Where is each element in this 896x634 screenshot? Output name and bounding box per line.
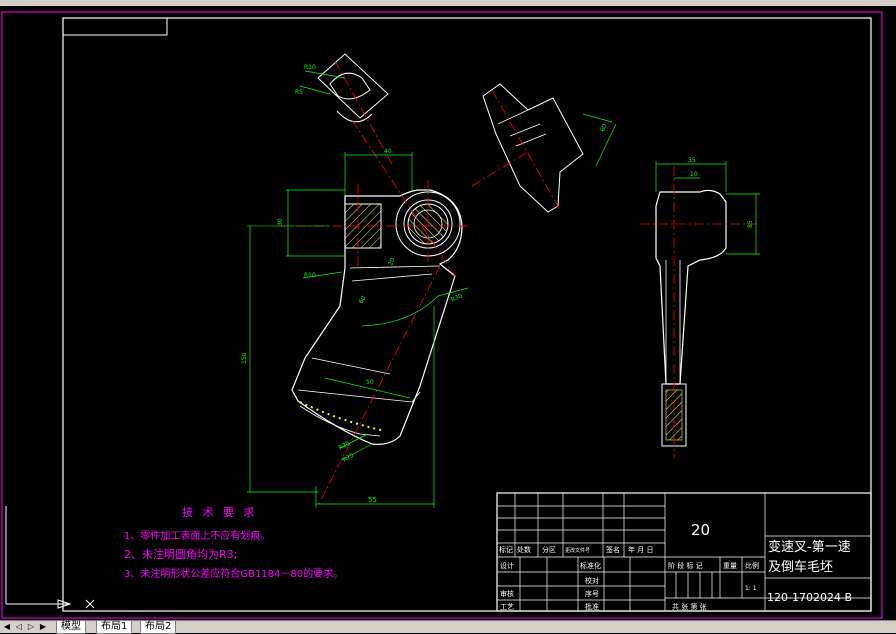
layout-tab-bar: ◀ ◁ ▷ ▶ 模型 布局1 布局2 bbox=[0, 620, 896, 634]
tb-label-gongyi: 工艺 bbox=[500, 603, 514, 611]
tech-req-item-2: 2、未注明圆角均为R3; bbox=[124, 547, 237, 561]
dim-r25: R25 bbox=[338, 440, 352, 452]
dim-50: 50 bbox=[366, 379, 374, 386]
dim-55: 55 bbox=[368, 496, 377, 504]
tb-label-shenhe: 审核 bbox=[500, 589, 514, 598]
tab-first-icon[interactable]: ◀ bbox=[2, 622, 12, 632]
tech-req-item-3: 3、未注明形状公差应符合GB1184－80的要求。 bbox=[124, 567, 343, 580]
tb-label-biaoji: 标记 bbox=[499, 545, 513, 554]
tb-label-zhongliang: 重量 bbox=[723, 562, 737, 570]
tab-model[interactable]: 模型 bbox=[56, 621, 86, 634]
dim-60: 60 bbox=[599, 123, 608, 133]
dim-r10-left: R10 bbox=[304, 272, 316, 279]
tb-label-bili: 比例 bbox=[745, 561, 759, 570]
tb-label-xuhao: 序号 bbox=[585, 589, 599, 598]
tb-label-wenjian: 更改文件号 bbox=[565, 547, 590, 554]
dim-r30: R30 bbox=[450, 292, 464, 303]
side-view: 35 10 85 bbox=[640, 157, 760, 458]
dim-r10-top: R10 bbox=[304, 64, 316, 71]
tb-label-jiaodui: 校对 bbox=[585, 576, 599, 585]
tab-layout2[interactable]: 布局2 bbox=[140, 621, 177, 634]
tech-req-item-1: 1、零件加工表面上不应有划痕。 bbox=[124, 529, 270, 542]
ucs-icon bbox=[5, 506, 95, 609]
dim-r75: R75 bbox=[342, 452, 356, 464]
tech-req-title: 技 术 要 求 bbox=[182, 506, 258, 519]
tb-part-name-line1: 变速叉-第一速 bbox=[768, 539, 851, 555]
dim-30: 30 bbox=[277, 218, 284, 226]
tb-label-fenqu: 分区 bbox=[542, 545, 556, 554]
tb-label-pizhun: 批准 bbox=[585, 602, 599, 611]
tb-drawing-number: 120-1702024-B bbox=[767, 591, 852, 604]
right-aux-view: 60 bbox=[471, 83, 617, 213]
tb-label-gongzhang: 共 张 第 张 bbox=[672, 602, 707, 611]
dim-20: 20 bbox=[387, 257, 396, 267]
dim-35: 35 bbox=[688, 157, 696, 164]
tb-part-name-line2: 及倒车毛坯 bbox=[768, 559, 833, 575]
tb-label-nianyueri: 年 月 日 bbox=[628, 545, 653, 554]
tab-prev-icon[interactable]: ◁ bbox=[14, 622, 24, 632]
dim-85: 85 bbox=[747, 220, 754, 228]
tab-next-icon[interactable]: ▷ bbox=[26, 622, 36, 632]
tb-label-qianming: 签名 bbox=[606, 545, 620, 554]
drawing-canvas[interactable]: R10 R5 60 40 30 150 55 R10 R30 20 50 60 … bbox=[0, 6, 896, 620]
tb-label-sheji: 设计 bbox=[500, 561, 514, 570]
technical-requirements: 技 术 要 求 1、零件加工表面上不应有划痕。 2、未注明圆角均为R3; 3、未… bbox=[124, 506, 343, 580]
dim-r5: R5 bbox=[295, 89, 303, 96]
tab-last-icon[interactable]: ▶ bbox=[38, 622, 48, 632]
dim-10: 10 bbox=[690, 171, 698, 178]
tb-material: 20 bbox=[691, 521, 710, 539]
tab-layout1[interactable]: 布局1 bbox=[96, 621, 133, 634]
main-view: 40 30 150 55 R10 R30 20 50 60 R25 R75 bbox=[241, 119, 470, 508]
top-aux-view: R10 R5 bbox=[295, 53, 393, 165]
dim-150: 150 bbox=[241, 352, 248, 364]
tb-label-biaozhunhua: 标准化 bbox=[580, 561, 601, 570]
title-block: 标记 处数 分区 更改文件号 签名 年 月 日 设计 标准化 校对 审核 序号 … bbox=[496, 492, 872, 612]
dim-40: 40 bbox=[384, 148, 392, 155]
tb-scale-value: 1: 1 bbox=[745, 585, 757, 592]
svg-text:60: 60 bbox=[358, 295, 368, 305]
tb-label-jieduan: 阶 段 标 记 bbox=[668, 561, 703, 570]
tb-label-chushu: 处数 bbox=[517, 545, 531, 554]
